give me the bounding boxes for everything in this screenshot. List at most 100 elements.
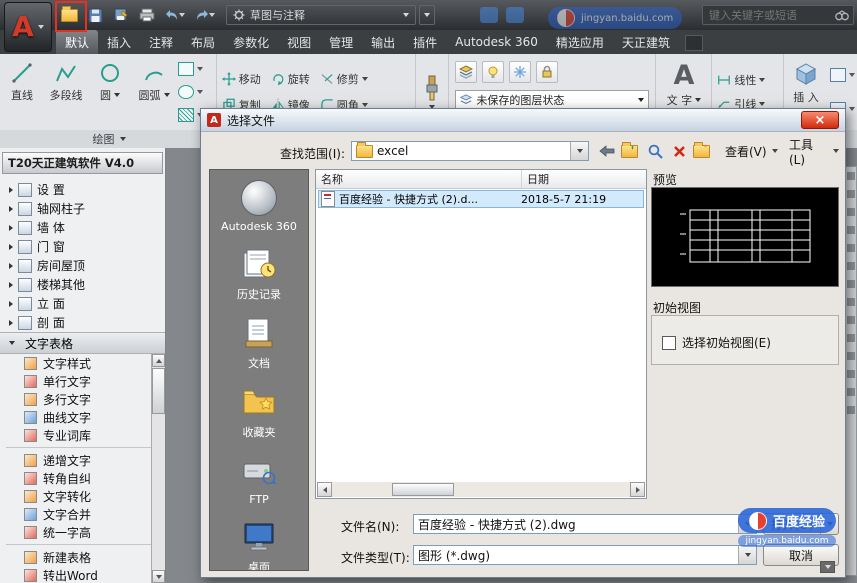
search-web-button[interactable] <box>645 141 665 161</box>
tool-attribute[interactable] <box>830 68 855 82</box>
up-one-level-button[interactable] <box>621 141 641 161</box>
item-text-merge[interactable]: 文字合并 <box>0 505 165 523</box>
tool-ellipse[interactable] <box>178 84 203 99</box>
infocenter-icon[interactable] <box>506 7 524 23</box>
back-button[interactable] <box>597 141 617 161</box>
layer-freeze-button[interactable] <box>509 61 532 83</box>
view-menu-button[interactable]: 查看(V) <box>719 141 784 161</box>
group-wall[interactable]: 墙 体 <box>0 218 165 237</box>
place-ftp[interactable]: FTP <box>239 453 279 506</box>
tab-autodesk360[interactable]: Autodesk 360 <box>446 30 547 54</box>
undo-button[interactable] <box>162 5 188 25</box>
infocenter-search[interactable] <box>702 5 854 25</box>
tool-rotate[interactable]: 旋转 <box>266 67 315 91</box>
tool-linear-dim[interactable]: 线性 <box>717 70 783 90</box>
item-curve-text[interactable]: 曲线文字 <box>0 408 165 426</box>
autocad-logo-icon: A <box>12 10 34 43</box>
new-folder-button[interactable] <box>693 141 713 161</box>
tool-move[interactable]: 移动 <box>217 67 266 91</box>
place-autodesk360[interactable]: Autodesk 360 <box>221 180 297 233</box>
column-date[interactable]: 日期 <box>522 170 646 188</box>
combo-dropdown-button[interactable] <box>570 142 588 160</box>
tab-parametric[interactable]: 参数化 <box>224 30 278 54</box>
combo-dropdown-button[interactable] <box>738 546 756 564</box>
place-favorites[interactable]: 收藏夹 <box>239 384 279 440</box>
item-pro-dictionary[interactable]: 专业词库 <box>0 426 165 444</box>
workspace-switcher[interactable]: 草图与注释 <box>226 5 416 25</box>
layer-off-button[interactable] <box>482 61 505 83</box>
delete-button[interactable] <box>669 141 689 161</box>
item-text-convert[interactable]: 文字转化 <box>0 487 165 505</box>
layer-properties-button[interactable] <box>455 61 478 83</box>
ribbon-tab-bar: 默认 插入 注释 布局 参数化 视图 管理 输出 插件 Autodesk 360… <box>0 30 857 54</box>
initial-view-checkbox[interactable] <box>662 335 676 350</box>
group-door-window[interactable]: 门 窗 <box>0 237 165 256</box>
place-history[interactable]: 历史记录 <box>237 246 281 302</box>
redo-button[interactable] <box>192 5 218 25</box>
item-multi-text[interactable]: 多行文字 <box>0 390 165 408</box>
tool-arc[interactable]: 圆弧 <box>132 54 176 130</box>
group-stairs-other[interactable]: 楼梯其他 <box>0 275 165 294</box>
place-documents[interactable]: 文档 <box>239 315 279 371</box>
tool-rectangle[interactable] <box>178 62 203 77</box>
tab-featured-apps[interactable]: 精选应用 <box>547 30 613 54</box>
qat-customize-button[interactable] <box>419 5 435 25</box>
plot-button[interactable] <box>136 5 158 25</box>
group-elevation[interactable]: 立 面 <box>0 294 165 313</box>
tools-menu-button[interactable]: 工具(L) <box>783 138 845 167</box>
scroll-up-button[interactable] <box>152 354 165 367</box>
horizontal-scrollbar[interactable] <box>317 482 645 497</box>
save-button[interactable] <box>84 5 106 25</box>
item-corner-correct[interactable]: 转角自纠 <box>0 469 165 487</box>
tab-layout[interactable]: 布局 <box>182 30 224 54</box>
scroll-thumb[interactable] <box>152 368 165 414</box>
group-section[interactable]: 剖 面 <box>0 313 165 332</box>
item-text-style[interactable]: 文字样式 <box>0 354 165 372</box>
tab-output[interactable]: 输出 <box>362 30 404 54</box>
group-axis-column[interactable]: 轴网柱子 <box>0 199 165 218</box>
group-text-table[interactable]: 文字表格 <box>0 332 165 354</box>
tool-match-properties[interactable] <box>423 75 441 109</box>
close-button[interactable]: × <box>801 111 839 129</box>
tool-polyline[interactable]: 多段线 <box>44 54 88 130</box>
tab-insert[interactable]: 插入 <box>98 30 140 54</box>
item-single-text[interactable]: 单行文字 <box>0 372 165 390</box>
item-increment-text[interactable]: 递增文字 <box>0 451 165 469</box>
item-export-word[interactable]: 转出Word <box>0 566 165 583</box>
tool-line[interactable]: 直线 <box>0 54 44 130</box>
tab-default[interactable]: 默认 <box>56 30 99 54</box>
dialog-titlebar[interactable]: A 选择文件 × <box>201 109 845 132</box>
group-settings[interactable]: 设 置 <box>0 180 165 199</box>
application-menu-button[interactable]: A <box>4 2 52 52</box>
draw-panel-label[interactable]: 绘图 <box>0 131 218 147</box>
save-as-button[interactable] <box>110 5 132 25</box>
file-type-combo[interactable]: 图形 (*.dwg) <box>413 545 757 565</box>
places-scroll-down-button[interactable] <box>820 561 835 573</box>
item-new-table[interactable]: 新建表格 <box>0 548 165 566</box>
tab-annotate[interactable]: 注释 <box>140 30 182 54</box>
item-unify-height[interactable]: 统一字高 <box>0 523 165 541</box>
scroll-thumb[interactable] <box>392 483 454 496</box>
tab-addins[interactable]: 插件 <box>404 30 446 54</box>
file-name-combo[interactable]: 百度经验 - 快捷方式 (2).dwg <box>413 514 757 534</box>
tool-circle[interactable]: 圆 <box>88 54 132 130</box>
column-name[interactable]: 名称 <box>316 170 522 188</box>
tab-view[interactable]: 视图 <box>278 30 320 54</box>
palette-scrollbar[interactable] <box>151 354 165 583</box>
scroll-right-button[interactable] <box>630 482 645 497</box>
search-input[interactable] <box>707 7 831 23</box>
tab-tarch[interactable]: 天正建筑 <box>613 30 679 54</box>
tool-trim[interactable]: 修剪 <box>315 67 373 91</box>
look-in-combo[interactable]: excel <box>351 141 589 161</box>
palette-separator <box>6 544 159 545</box>
group-room-roof[interactable]: 房间屋顶 <box>0 256 165 275</box>
layer-state-combo[interactable]: 未保存的图层状态 <box>455 90 650 109</box>
infocenter-icon[interactable] <box>480 7 498 23</box>
file-row-selected[interactable]: 百度经验 - 快捷方式 (2).d... 2018-5-7 21:19 <box>318 190 644 208</box>
layer-lock-button[interactable] <box>536 61 559 83</box>
tab-overflow-box[interactable] <box>684 35 703 51</box>
scroll-down-button[interactable] <box>152 570 165 583</box>
tab-manage[interactable]: 管理 <box>320 30 362 54</box>
place-desktop[interactable]: 桌面 <box>239 519 279 570</box>
scroll-left-button[interactable] <box>317 482 332 497</box>
